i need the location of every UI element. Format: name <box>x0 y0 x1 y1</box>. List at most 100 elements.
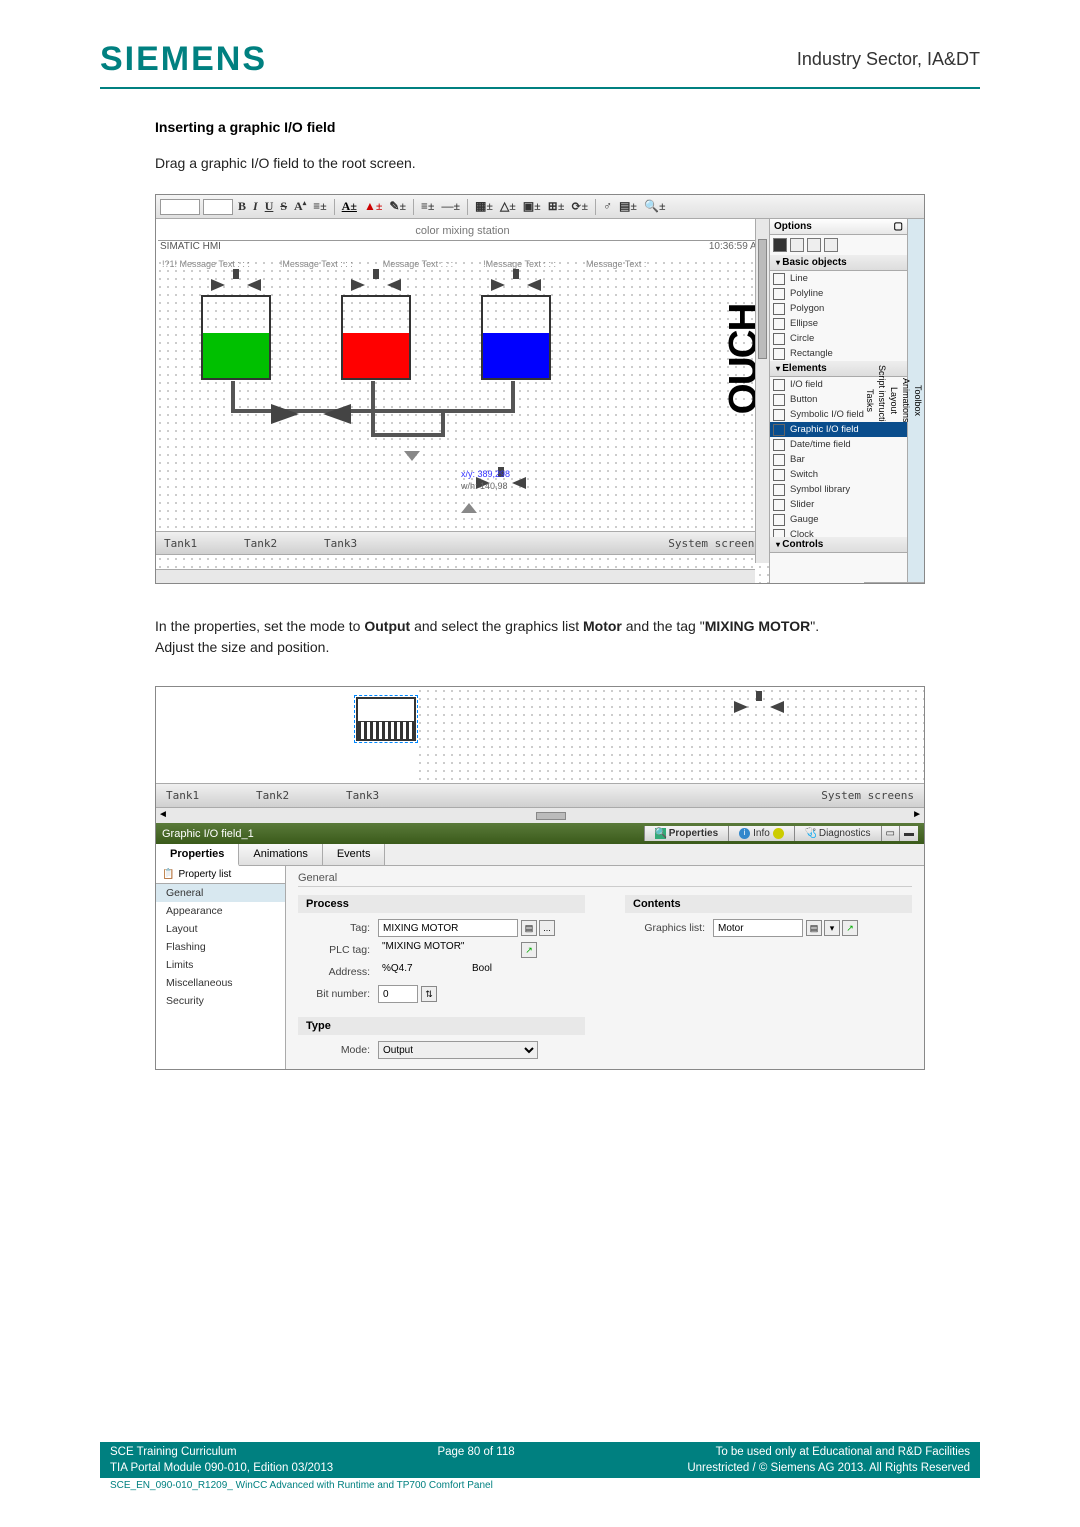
font-family-dropdown[interactable] <box>160 199 200 215</box>
bit-number-label: Bit number: <box>298 988 378 1000</box>
mode-select[interactable]: Output <box>378 1041 538 1059</box>
toolbox-item[interactable]: Polyline <box>770 286 907 301</box>
instruction-text: In the properties, set the mode to Outpu… <box>155 616 980 658</box>
toolbox-item[interactable]: Switch <box>770 467 907 482</box>
system-screens-button[interactable]: System screens <box>821 789 914 802</box>
tank2-label[interactable]: Tank2 <box>256 789 346 802</box>
arrange-button[interactable]: ▦± <box>473 199 495 214</box>
tank3-label[interactable]: Tank3 <box>346 789 436 802</box>
glist-list-button[interactable]: ▤ <box>806 920 822 936</box>
graphics-list-label: Graphics list: <box>625 922 713 934</box>
italic-button[interactable]: I <box>251 199 260 214</box>
property-category[interactable]: Security <box>156 992 285 1010</box>
toolbox-item[interactable]: I/O field <box>770 377 907 392</box>
page-footer: SCE Training Curriculum Page 80 of 118 T… <box>100 1442 980 1491</box>
property-category[interactable]: Limits <box>156 956 285 974</box>
toolbox-item[interactable]: Bar <box>770 452 907 467</box>
toolbox-item[interactable]: Symbolic I/O field <box>770 407 907 422</box>
bit-spinner[interactable]: ⇅ <box>421 986 437 1002</box>
toolbox-item[interactable]: Date/time field <box>770 437 907 452</box>
diagnostics-tab-button[interactable]: 🩺Diagnostics <box>794 826 881 841</box>
address-value: %Q4.7 <box>378 963 458 981</box>
toolbox-item[interactable]: Clock <box>770 527 907 537</box>
distribute-button[interactable]: ▣± <box>521 199 543 214</box>
plc-link-icon[interactable]: ↗ <box>521 942 537 958</box>
canvas-v-scrollbar[interactable] <box>755 219 769 563</box>
properties-tab-button[interactable]: 🔍Properties <box>644 826 728 841</box>
pointer-icon[interactable] <box>773 238 787 252</box>
bold-button[interactable]: B <box>236 199 248 214</box>
section-title: Inserting a graphic I/O field <box>155 119 980 135</box>
rotate-button[interactable]: ⟳± <box>569 199 590 214</box>
side-tab[interactable]: Toolbox <box>912 219 924 583</box>
inspector-icon-2[interactable]: ▬ <box>899 826 918 841</box>
tag-list-button[interactable]: ▤ <box>521 920 537 936</box>
order-button[interactable]: ⊞± <box>546 199 567 214</box>
valve-icon <box>724 697 794 717</box>
down-arrow-icon <box>404 451 420 461</box>
tool-icon[interactable] <box>790 238 804 252</box>
misc1-button[interactable]: ♂ <box>601 199 614 214</box>
glist-link-icon[interactable]: ↗ <box>842 920 858 936</box>
underline-button[interactable]: U <box>263 199 276 214</box>
misc2-button[interactable]: ▤± <box>617 199 639 214</box>
property-list-header[interactable]: 📋Property list <box>156 866 285 884</box>
tab-animations[interactable]: Animations <box>239 844 322 865</box>
font-color-button[interactable]: A± <box>340 199 359 214</box>
toolbox-item[interactable]: Circle <box>770 331 907 346</box>
superscript-button[interactable]: A▴ <box>292 199 308 214</box>
tank2-fill <box>343 333 409 378</box>
fill-color-button[interactable]: ▲± <box>362 199 384 214</box>
tool-icon[interactable] <box>807 238 821 252</box>
toolbox-item[interactable]: Slider <box>770 497 907 512</box>
tank2-label[interactable]: Tank2 <box>244 537 324 550</box>
tool-icon[interactable] <box>824 238 838 252</box>
glist-dropdown-button[interactable]: ▾ <box>824 920 840 936</box>
align-button[interactable]: ≡± <box>311 199 328 214</box>
bit-number-input[interactable] <box>378 985 418 1003</box>
tab-events[interactable]: Events <box>323 844 386 865</box>
property-category[interactable]: Miscellaneous <box>156 974 285 992</box>
tank1 <box>196 275 276 380</box>
strike-button[interactable]: S <box>278 199 289 214</box>
zoom-button[interactable]: 🔍± <box>642 199 668 214</box>
toolbox-item[interactable]: Button <box>770 392 907 407</box>
property-category[interactable]: Appearance <box>156 902 285 920</box>
property-category[interactable]: General <box>156 884 285 902</box>
info-tab-button[interactable]: iInfo <box>728 826 794 841</box>
footer-center: Page 80 of 118 <box>437 1446 514 1458</box>
toolbox-item[interactable]: Gauge <box>770 512 907 527</box>
toolbox-item[interactable]: Line <box>770 271 907 286</box>
tag-input[interactable] <box>378 919 518 937</box>
property-tree: 📋Property list GeneralAppearanceLayoutFl… <box>156 866 286 1069</box>
toolbox-item[interactable]: Rectangle <box>770 346 907 361</box>
toolbox-item[interactable]: Symbol library <box>770 482 907 497</box>
graphics-list-input[interactable] <box>713 919 803 937</box>
tank1-label[interactable]: Tank1 <box>166 789 256 802</box>
property-category[interactable]: Flashing <box>156 938 285 956</box>
toolbox-item[interactable]: Ellipse <box>770 316 907 331</box>
footer-right: To be used only at Educational and R&D F… <box>716 1446 970 1458</box>
canvas-h-scrollbar[interactable] <box>156 569 755 583</box>
toolbox-title: Options <box>774 221 812 232</box>
line-color-button[interactable]: ✎± <box>387 199 408 214</box>
font-size-dropdown[interactable] <box>203 199 233 215</box>
h-scrollbar[interactable]: ◄ ► <box>156 807 924 823</box>
line-style-button[interactable]: —± <box>439 199 462 214</box>
footer-bar: Tank1 Tank2 Tank3 System screens <box>156 531 769 555</box>
tag-browse-button[interactable]: ... <box>539 920 555 936</box>
align-h-button[interactable]: ≡± <box>419 199 436 214</box>
tab-properties[interactable]: Properties <box>156 844 239 866</box>
tank3-label[interactable]: Tank3 <box>324 537 404 550</box>
toolbox-item[interactable]: Graphic I/O field <box>770 422 907 437</box>
group-button[interactable]: △± <box>498 199 518 214</box>
valve-icon <box>481 275 551 295</box>
screenshot-properties: Tank1 Tank2 Tank3 System screens ◄ ► Gra… <box>155 686 925 1070</box>
system-screens-button[interactable]: System screens <box>668 537 761 550</box>
tank1-label[interactable]: Tank1 <box>164 537 244 550</box>
toolbox-item[interactable]: Polygon <box>770 301 907 316</box>
design-canvas[interactable]: color mixing station SIMATIC HMI 10:36:5… <box>156 219 770 583</box>
property-category[interactable]: Layout <box>156 920 285 938</box>
inspector-icon-1[interactable]: ▭ <box>881 826 899 841</box>
graphic-io-field-selected[interactable] <box>356 697 416 741</box>
